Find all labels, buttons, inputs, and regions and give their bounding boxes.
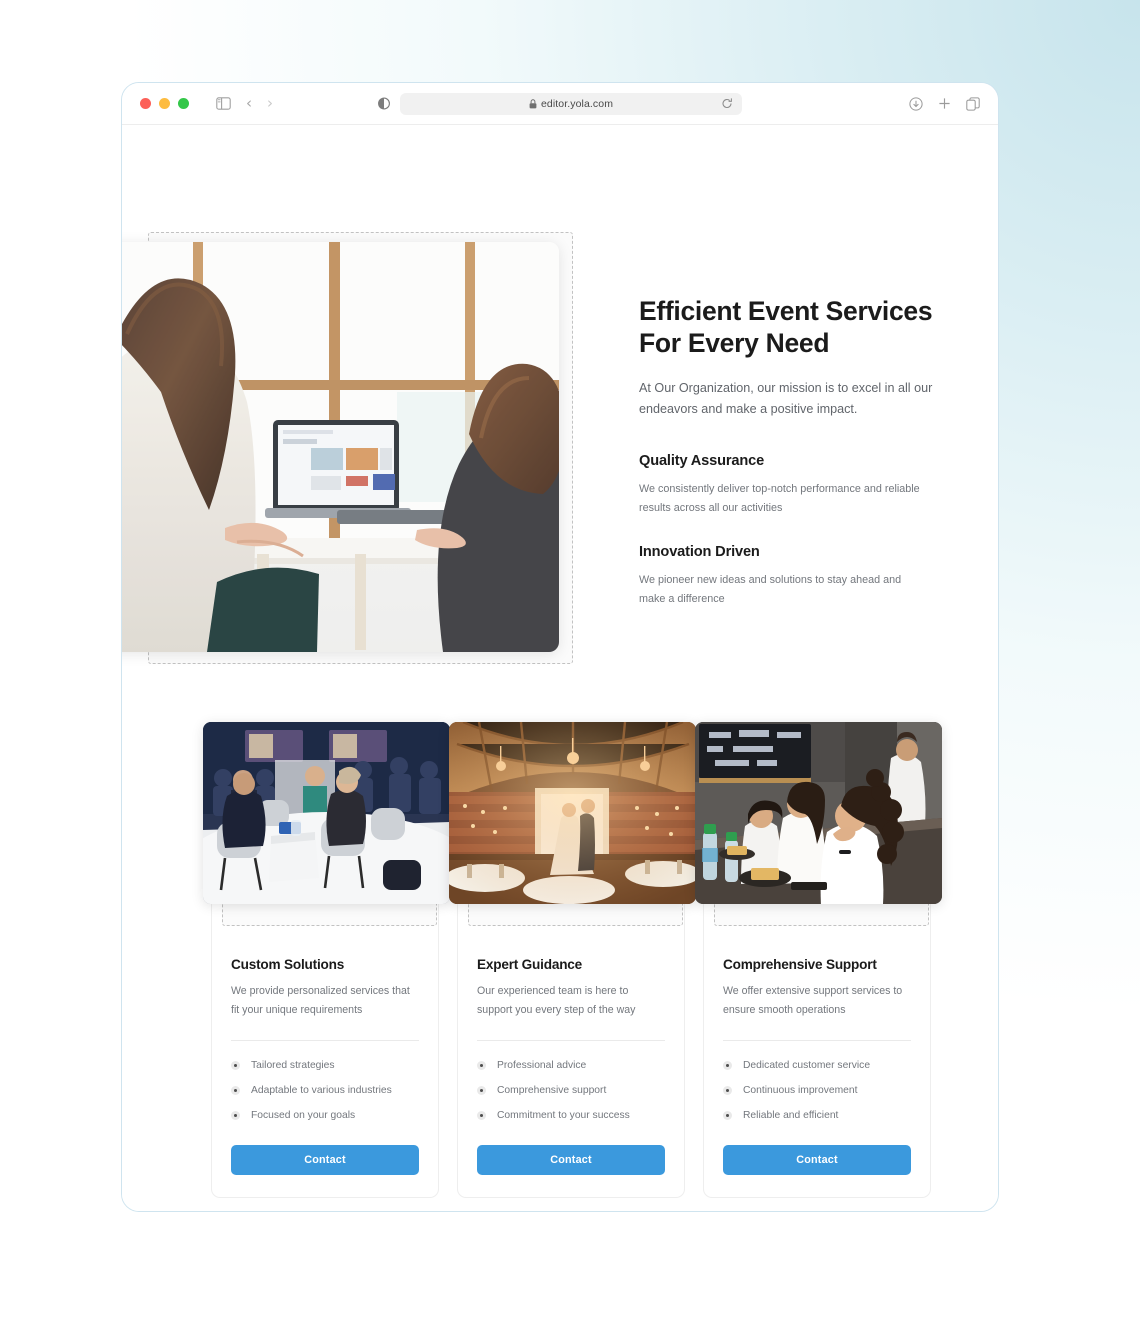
list-item-label: Professional advice <box>497 1059 587 1071</box>
hero-image-graphic <box>122 242 559 652</box>
card-description: We provide personalized services that fi… <box>231 985 410 1016</box>
card-body: Custom Solutions We provide personalized… <box>212 929 438 1197</box>
list-item-label: Commitment to your success <box>497 1109 630 1121</box>
list-item: Adaptable to various industries <box>231 1085 419 1096</box>
feature-block-quality: Quality Assurance We consistently delive… <box>639 453 939 518</box>
bullet-icon <box>477 1085 486 1095</box>
card-divider <box>231 1039 419 1041</box>
contact-button[interactable]: Contact <box>477 1144 665 1175</box>
feature-body: We pioneer new ideas and solutions to st… <box>639 573 902 605</box>
address-bar[interactable]: editor.yola.com <box>400 92 742 115</box>
bullet-icon <box>723 1085 732 1095</box>
card-bullet-list: Dedicated customer service Continuous im… <box>723 1060 911 1121</box>
barn-wedding-graphic <box>449 722 696 904</box>
bullet-icon <box>477 1060 486 1070</box>
card-title: Expert Guidance <box>477 957 583 972</box>
contact-button[interactable]: Contact <box>723 1144 911 1175</box>
card-description: Our experienced team is here to support … <box>477 985 636 1016</box>
bullet-icon <box>723 1110 732 1120</box>
card-body: Expert Guidance Our experienced team is … <box>458 929 684 1197</box>
reload-icon[interactable] <box>721 97 733 110</box>
list-item: Tailored strategies <box>231 1060 419 1071</box>
new-tab-icon[interactable] <box>938 97 951 110</box>
url-text: editor.yola.com <box>540 97 614 110</box>
list-item-label: Comprehensive support <box>497 1084 607 1096</box>
list-item: Continuous improvement <box>723 1085 911 1096</box>
list-item-label: Adaptable to various industries <box>251 1084 392 1096</box>
toolbar-actions <box>909 96 980 111</box>
browser-toolbar: ‹ › editor.yola.com <box>122 83 998 125</box>
card-image[interactable] <box>203 722 450 904</box>
hero-image[interactable] <box>122 242 559 652</box>
card-description: We offer extensive support services to e… <box>723 985 903 1016</box>
lock-icon <box>529 98 537 109</box>
website-canvas: Efficient Event Services For Every Need … <box>122 125 998 1211</box>
team-meeting-graphic <box>695 722 942 904</box>
window-controls[interactable] <box>140 98 189 109</box>
hero-subtitle: At Our Organization, our mission is to e… <box>639 380 933 417</box>
bullet-icon <box>231 1060 240 1070</box>
card-title: Custom Solutions <box>231 957 345 972</box>
card-image[interactable] <box>695 722 942 904</box>
list-item-label: Continuous improvement <box>743 1084 858 1096</box>
back-chevron-icon[interactable]: ‹ <box>246 96 252 111</box>
contact-button[interactable]: Contact <box>231 1144 419 1175</box>
close-window-button[interactable] <box>140 98 151 109</box>
list-item-label: Tailored strategies <box>251 1059 335 1071</box>
service-cards-row: Custom Solutions We provide personalized… <box>203 722 942 1198</box>
feature-block-innovation: Innovation Driven We pioneer new ideas a… <box>639 544 939 609</box>
tab-overview-icon[interactable] <box>966 96 980 111</box>
feature-title: Innovation Driven <box>639 543 760 560</box>
sidebar-toggle-icon[interactable] <box>216 97 231 110</box>
list-item-label: Reliable and efficient <box>743 1109 839 1121</box>
card-divider <box>477 1039 665 1041</box>
forward-chevron-icon[interactable]: › <box>267 96 273 111</box>
hero-title-line-2: For Every Need <box>639 328 830 359</box>
bullet-icon <box>231 1085 240 1095</box>
list-item: Reliable and efficient <box>723 1110 911 1121</box>
download-icon[interactable] <box>909 96 923 111</box>
service-card: Custom Solutions We provide personalized… <box>203 722 450 1198</box>
hero-title-line-1: Efficient Event Services <box>639 296 933 326</box>
service-card: Expert Guidance Our experienced team is … <box>449 722 696 1198</box>
card-body: Comprehensive Support We offer extensive… <box>704 929 930 1197</box>
hero-text-column: Efficient Event Services For Every Need … <box>639 295 939 609</box>
list-item: Commitment to your success <box>477 1110 665 1121</box>
maximize-window-button[interactable] <box>178 98 189 109</box>
browser-window: ‹ › editor.yola.com Efficient Event Serv… <box>121 82 999 1212</box>
list-item-label: Dedicated customer service <box>743 1059 871 1071</box>
page-title: Efficient Event Services For Every Need <box>639 295 939 360</box>
service-card: Comprehensive Support We offer extensive… <box>695 722 942 1198</box>
card-title: Comprehensive Support <box>723 957 877 972</box>
feature-body: We consistently deliver top-notch perfor… <box>639 482 920 514</box>
conference-panel-graphic <box>203 722 450 904</box>
minimize-window-button[interactable] <box>159 98 170 109</box>
reader-mode-icon[interactable] <box>378 97 390 110</box>
list-item: Professional advice <box>477 1060 665 1071</box>
card-divider <box>723 1039 911 1041</box>
list-item: Dedicated customer service <box>723 1060 911 1071</box>
bullet-icon <box>477 1110 486 1120</box>
feature-title: Quality Assurance <box>639 452 765 469</box>
card-image[interactable] <box>449 722 696 904</box>
bullet-icon <box>723 1060 732 1070</box>
bullet-icon <box>231 1110 240 1120</box>
card-bullet-list: Professional advice Comprehensive suppor… <box>477 1060 665 1121</box>
list-item: Focused on your goals <box>231 1110 419 1121</box>
list-item: Comprehensive support <box>477 1085 665 1096</box>
navigation-controls: ‹ › <box>216 96 273 111</box>
card-bullet-list: Tailored strategies Adaptable to various… <box>231 1060 419 1121</box>
list-item-label: Focused on your goals <box>251 1109 356 1121</box>
